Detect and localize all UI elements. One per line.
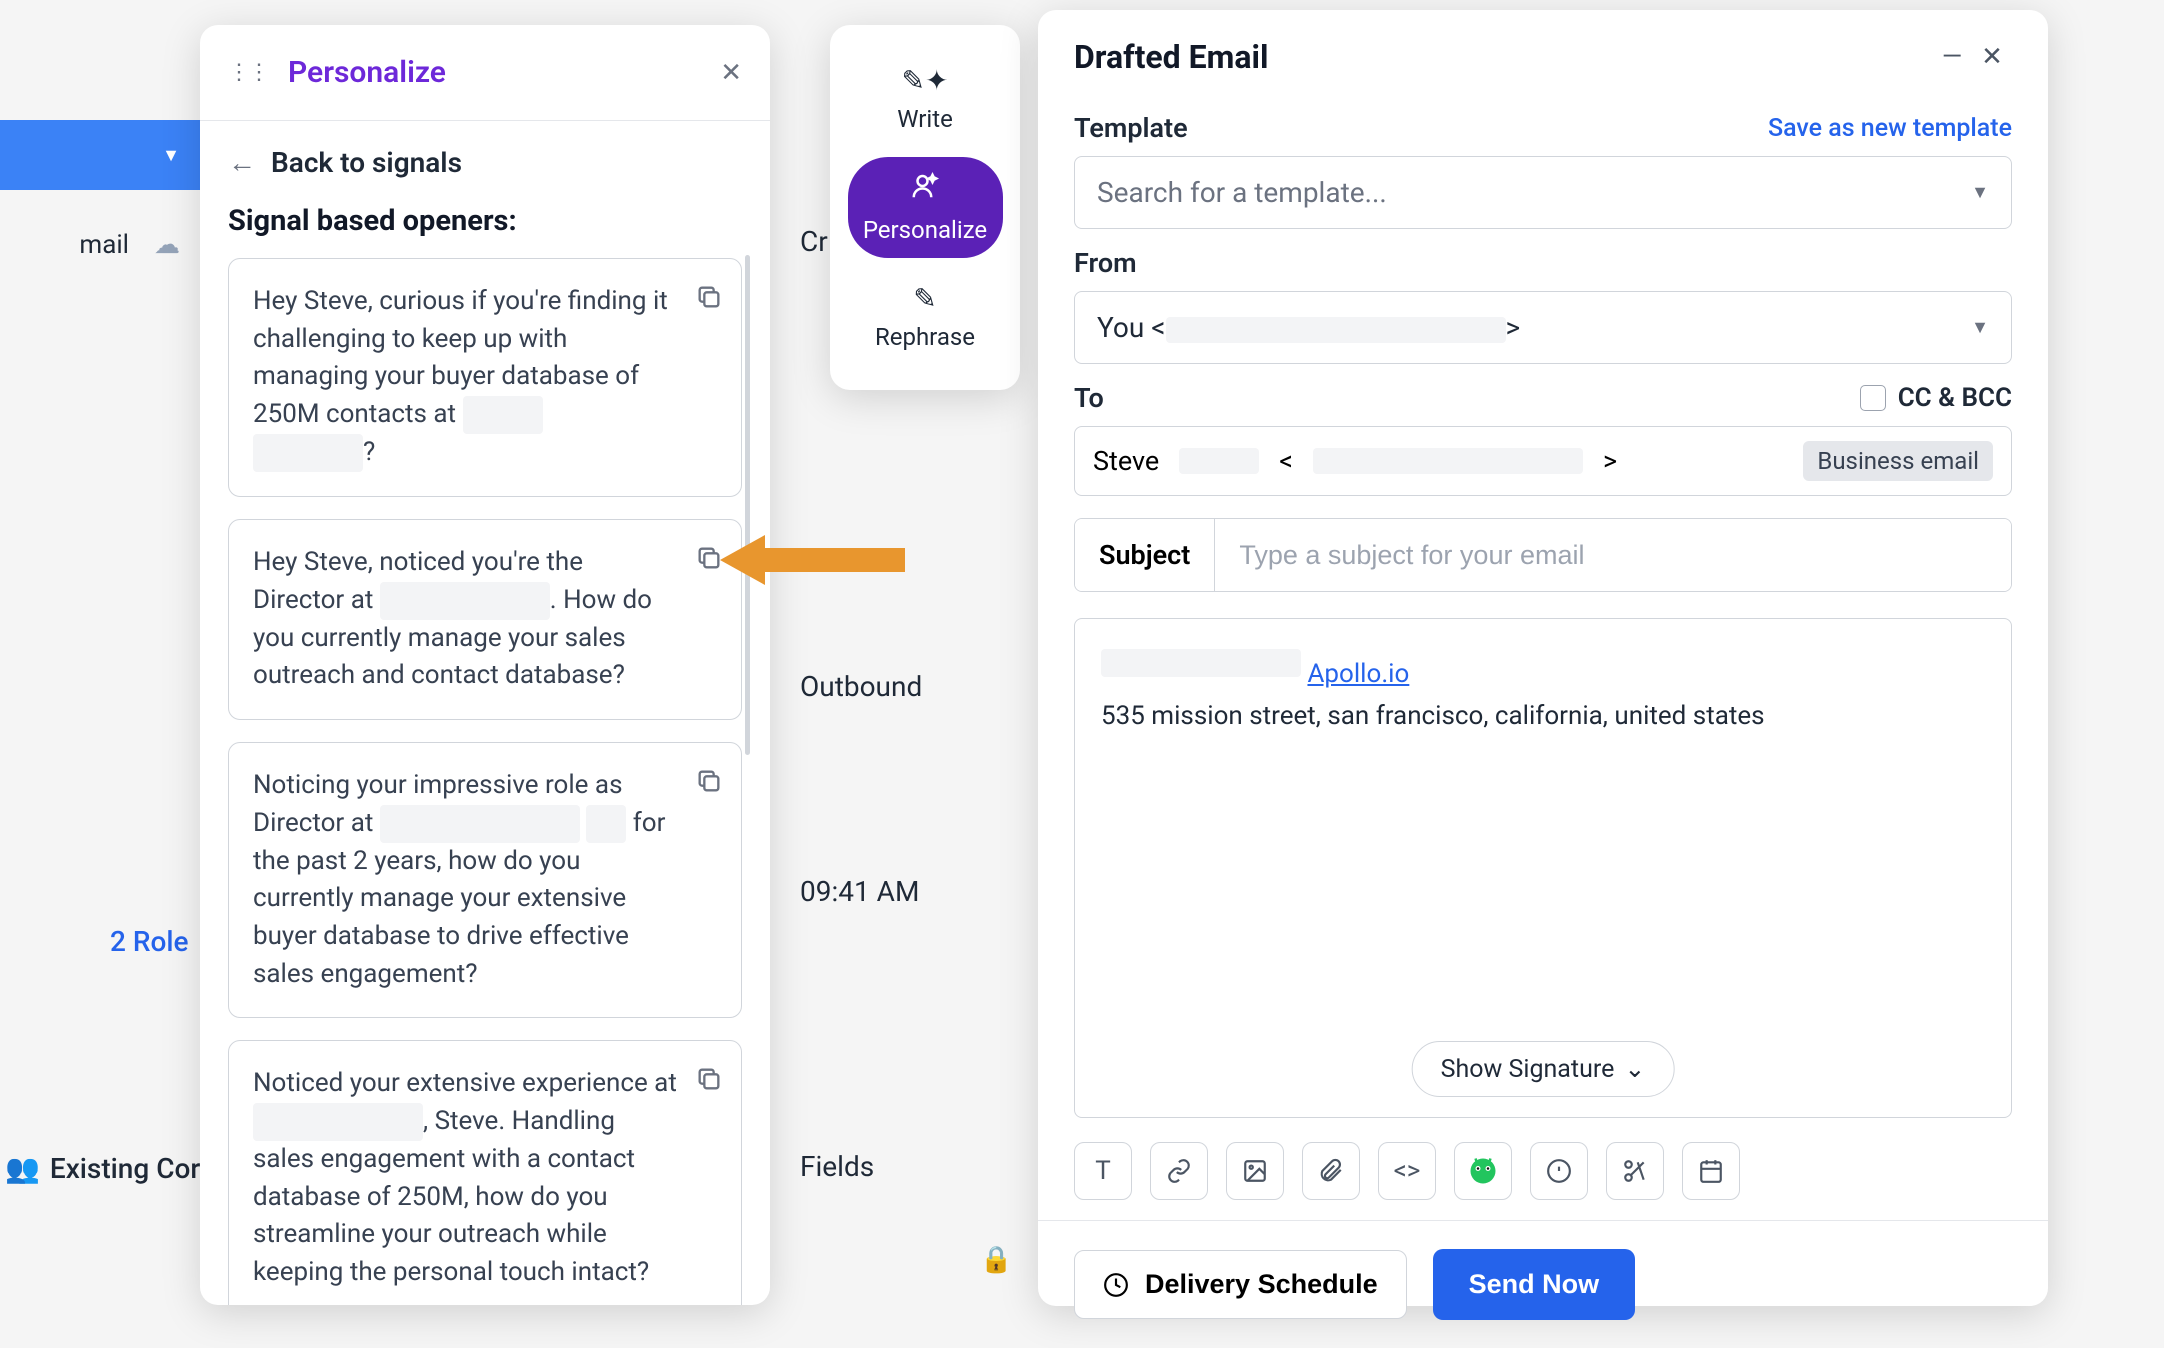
ai-actions-panel: ✎✦ Write Personalize ✎ Rephrase (830, 25, 1020, 390)
opener-text: Hey Steve, noticed you're the Director a… (253, 547, 652, 690)
ai-assist-button[interactable] (1454, 1142, 1512, 1200)
subject-label: Subject (1075, 519, 1215, 591)
copy-icon[interactable] (695, 544, 723, 584)
to-label: To (1074, 382, 1104, 414)
email-title: Drafted Email (1074, 38, 1932, 76)
show-signature-button[interactable]: Show Signature ⌄ (1412, 1041, 1675, 1097)
chevron-down-icon: ▼ (162, 145, 180, 166)
delivery-schedule-button[interactable]: Delivery Schedule (1074, 1250, 1407, 1319)
drag-handle-icon[interactable]: ⋮⋮ (228, 60, 268, 85)
info-button[interactable] (1530, 1142, 1588, 1200)
bg-outbound: Outbound (800, 670, 922, 703)
subject-input[interactable] (1215, 519, 2011, 591)
to-name: Steve (1093, 445, 1159, 477)
back-label: Back to signals (271, 146, 462, 179)
personalize-action[interactable]: Personalize (848, 157, 1003, 258)
roles-link[interactable]: 2 Role (110, 925, 189, 958)
drafted-email-panel: Drafted Email — ✕ Template Save as new t… (1038, 10, 2048, 1306)
attachment-button[interactable] (1302, 1142, 1360, 1200)
copy-icon[interactable] (695, 767, 723, 807)
existing-section: 👥 Existing Cor (5, 1152, 200, 1185)
personalize-panel: ⋮⋮ Personalize ✕ ← Back to signals Signa… (200, 25, 770, 1305)
snippet-button[interactable] (1606, 1142, 1664, 1200)
template-select[interactable]: Search for a template... ▼ (1074, 156, 2012, 229)
email-body[interactable]: Apollo.io 535 mission street, san franci… (1074, 618, 2012, 1118)
email-header: Drafted Email — ✕ (1038, 10, 2048, 94)
copy-icon[interactable] (695, 1065, 723, 1105)
rephrase-label: Rephrase (875, 323, 975, 351)
minimize-icon[interactable]: — (1932, 42, 1972, 72)
address-text: 535 mission street, san francisco, calif… (1101, 701, 1765, 731)
from-label: From (1074, 247, 1137, 279)
link-button[interactable] (1150, 1142, 1208, 1200)
opener-card[interactable]: Noticed your extensive experience at xx,… (228, 1040, 742, 1305)
bg-selected-tab: ▼ (0, 120, 200, 190)
opener-card[interactable]: Hey Steve, noticed you're the Director a… (228, 519, 742, 720)
bg-time: 09:41 AM (800, 875, 919, 908)
edit-sparkle-icon: ✎ (913, 282, 936, 315)
template-placeholder: Search for a template... (1097, 176, 1387, 209)
personalize-title: Personalize (288, 55, 720, 90)
arrow-left-icon: ← (228, 146, 256, 179)
chevron-down-icon: ⌄ (1624, 1054, 1645, 1084)
opener-text: Noticed your extensive experience at xx,… (253, 1068, 677, 1287)
close-icon[interactable]: ✕ (720, 58, 742, 88)
checkbox-icon[interactable] (1860, 385, 1886, 411)
business-email-badge: Business email (1803, 441, 1993, 481)
angle-close: > (1603, 445, 1617, 477)
clock-icon (1103, 1272, 1129, 1298)
pencil-sparkle-icon: ✎✦ (902, 64, 949, 97)
chevron-down-icon: ▼ (1971, 182, 1989, 203)
personalize-header: ⋮⋮ Personalize ✕ (200, 25, 770, 121)
close-icon[interactable]: ✕ (1972, 42, 2012, 72)
personalize-label: Personalize (863, 216, 987, 244)
redacted-text (1101, 649, 1301, 677)
scrollbar[interactable] (745, 255, 750, 755)
image-button[interactable] (1226, 1142, 1284, 1200)
from-value: You <x> (1097, 311, 1520, 344)
lock-icon: 🔒 (980, 1245, 1012, 1275)
copy-icon[interactable] (695, 283, 723, 323)
chevron-down-icon: ▼ (1971, 317, 1989, 338)
bg-cr-text: Cr (800, 225, 828, 258)
write-action[interactable]: ✎✦ Write (848, 50, 1003, 147)
editor-toolbar: T <> (1074, 1142, 2012, 1200)
code-button[interactable]: <> (1378, 1142, 1436, 1200)
mail-label: mail (79, 230, 129, 260)
from-field: From You <x> ▼ (1074, 247, 2012, 364)
openers-heading: Signal based openers: (200, 189, 770, 258)
template-field: Template Save as new template Search for… (1074, 112, 2012, 229)
opener-list: Hey Steve, curious if you're finding it … (200, 258, 770, 1305)
save-template-link[interactable]: Save as new template (1768, 114, 2012, 143)
bg-toolbar: mail ☁ (0, 220, 200, 270)
write-label: Write (897, 105, 953, 133)
bg-fields: Fields (800, 1150, 874, 1183)
template-label: Template (1074, 112, 1188, 144)
subject-field: Subject (1074, 518, 2012, 592)
from-select[interactable]: You <x> ▼ (1074, 291, 2012, 364)
opener-card[interactable]: Noticing your impressive role as Directo… (228, 742, 742, 1018)
opener-text: Hey Steve, curious if you're finding it … (253, 286, 668, 467)
opener-card[interactable]: Hey Steve, curious if you're finding it … (228, 258, 742, 497)
rephrase-action[interactable]: ✎ Rephrase (848, 268, 1003, 365)
calendar-button[interactable] (1682, 1142, 1740, 1200)
email-footer: Delivery Schedule Send Now (1038, 1220, 2048, 1348)
apollo-link[interactable]: Apollo.io (1307, 659, 1409, 689)
opener-text: Noticing your impressive role as Directo… (253, 770, 665, 989)
people-icon: 👥 (5, 1152, 40, 1185)
to-field: To CC & BCC Steve x < x > Business email (1074, 382, 2012, 496)
back-to-signals-button[interactable]: ← Back to signals (200, 121, 770, 189)
angle-open: < (1279, 445, 1293, 477)
text-format-button[interactable]: T (1074, 1142, 1132, 1200)
to-input[interactable]: Steve x < x > Business email (1074, 426, 2012, 496)
cc-bcc-toggle[interactable]: CC & BCC (1860, 383, 2012, 413)
send-now-button[interactable]: Send Now (1433, 1249, 1636, 1320)
salesforce-icon: ☁ (154, 230, 180, 260)
person-sparkle-icon (910, 171, 940, 208)
